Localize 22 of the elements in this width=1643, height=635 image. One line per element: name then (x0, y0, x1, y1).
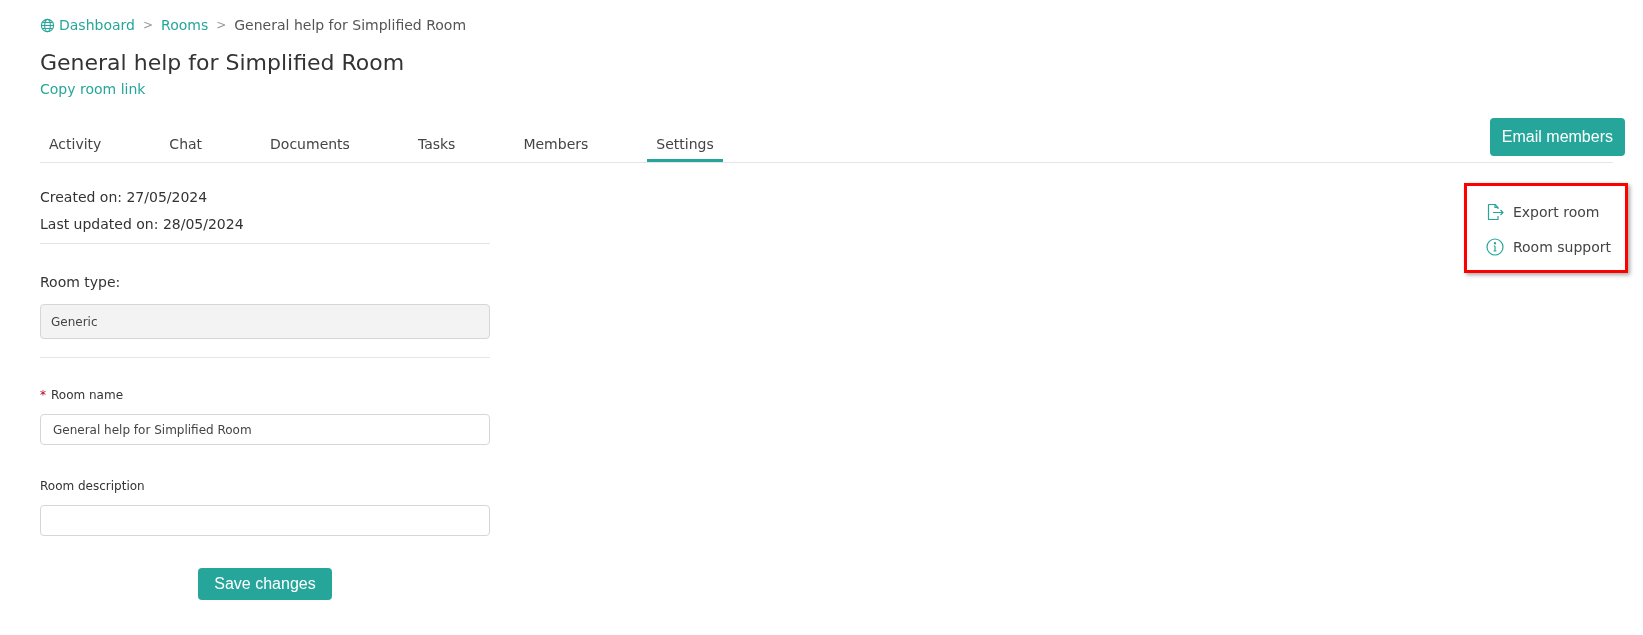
page-title: General help for Simplified Room (40, 50, 406, 75)
required-asterisk: * (40, 388, 46, 402)
tab[interactable]: Chat (160, 136, 212, 162)
breadcrumb-separator: > (142, 18, 154, 32)
tab[interactable]: Activity (40, 136, 111, 162)
tab[interactable]: Documents (261, 136, 359, 162)
room-description-field[interactable] (40, 505, 490, 536)
info-icon (1484, 236, 1505, 257)
field-label: Room description (40, 479, 145, 493)
globe-icon (40, 17, 55, 33)
tab[interactable]: Members (514, 136, 598, 162)
field-label: Room name (51, 388, 124, 402)
field-label: Room type: (40, 274, 122, 290)
action-link[interactable]: Export room (1512, 203, 1600, 220)
created-date: Created on: 27/05/2024 (40, 189, 209, 205)
tab[interactable]: Tasks (408, 136, 465, 162)
updated-date: Last updated on: 28/05/2024 (40, 216, 245, 232)
tab[interactable]: Settings (647, 136, 723, 162)
action-link[interactable]: Room support (1512, 238, 1611, 255)
room-name-field[interactable]: General help for Simplified Room (40, 414, 490, 445)
breadcrumb-separator: > (216, 18, 227, 32)
breadcrumb-current: General help for Simplified Room (234, 17, 467, 33)
